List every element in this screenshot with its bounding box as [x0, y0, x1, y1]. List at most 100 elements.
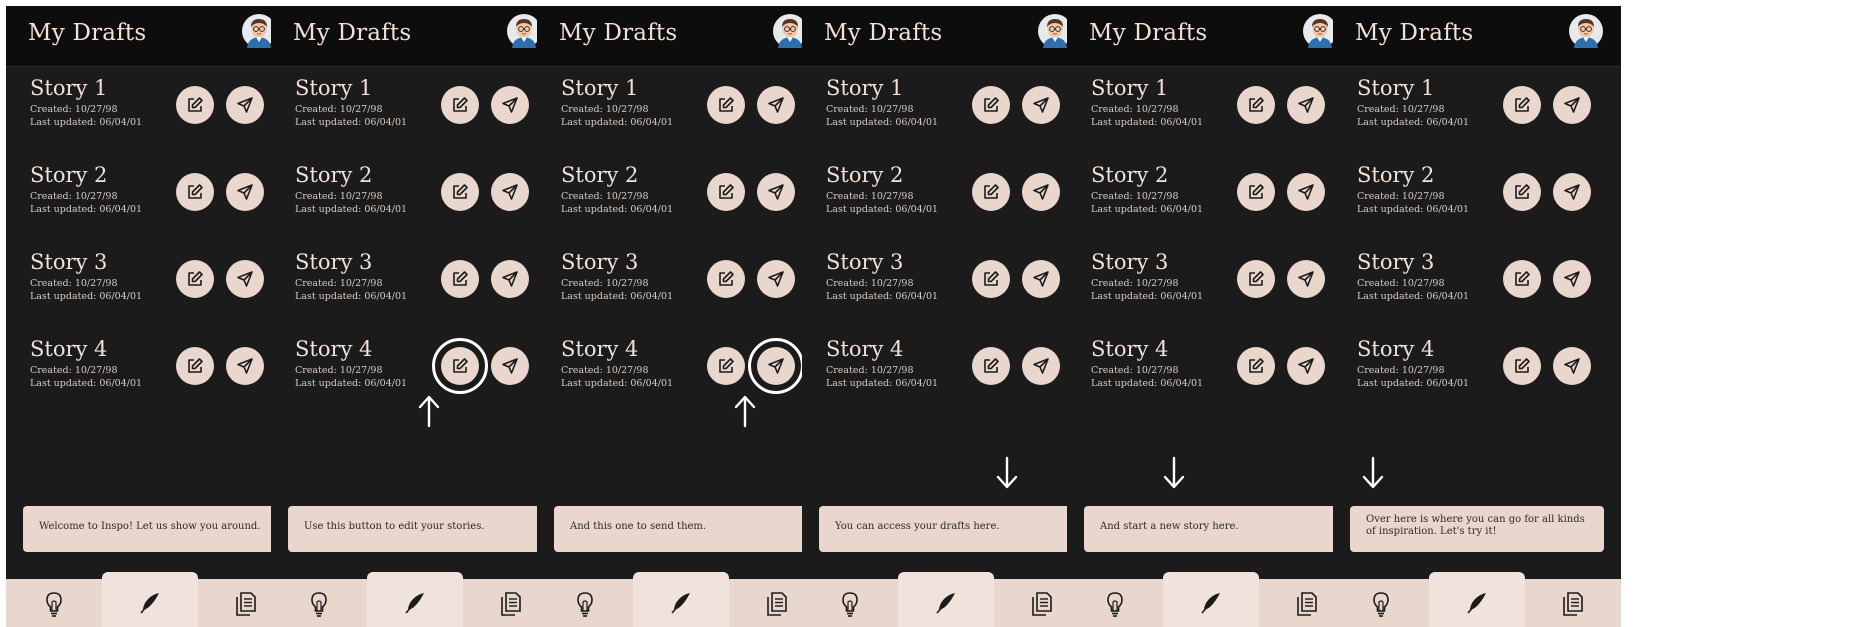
send-icon	[1298, 358, 1314, 374]
draft-story-item: Story 4 Created: 10/27/98 Last updated: …	[1067, 337, 1355, 407]
send-story-button[interactable]	[1022, 347, 1060, 385]
draft-story-item: Story 1 Created: 10/27/98 Last updated: …	[6, 76, 294, 146]
send-story-button[interactable]	[226, 86, 264, 124]
send-story-button[interactable]	[226, 173, 264, 211]
edit-story-button[interactable]	[707, 347, 745, 385]
send-story-button[interactable]	[757, 173, 795, 211]
edit-story-button[interactable]	[441, 86, 479, 124]
edit-story-button[interactable]	[432, 338, 488, 394]
story-created-date: Created: 10/27/98	[295, 278, 383, 289]
story-title: Story 2	[30, 163, 108, 187]
edit-story-button[interactable]	[707, 260, 745, 298]
tab-write[interactable]	[102, 579, 198, 627]
send-story-button[interactable]	[1022, 260, 1060, 298]
tab-inspiration[interactable]	[6, 579, 102, 627]
story-title: Story 3	[826, 250, 904, 274]
edit-story-button[interactable]	[972, 173, 1010, 211]
lightbulb-icon	[1373, 592, 1389, 617]
edit-story-button[interactable]	[972, 86, 1010, 124]
story-last-updated: Last updated: 06/04/01	[826, 291, 939, 302]
edit-story-button[interactable]	[1503, 173, 1541, 211]
send-story-button[interactable]	[757, 86, 795, 124]
edit-story-button[interactable]	[707, 173, 745, 211]
send-story-button[interactable]	[226, 347, 264, 385]
send-story-button[interactable]	[1553, 173, 1591, 211]
story-created-date: Created: 10/27/98	[1357, 365, 1445, 376]
tooltip-text: You can access your drafts here.	[835, 521, 1000, 532]
story-last-updated: Last updated: 06/04/01	[30, 204, 143, 215]
documents-icon	[767, 592, 787, 616]
edit-story-button[interactable]	[176, 260, 214, 298]
edit-story-button[interactable]	[441, 260, 479, 298]
edit-story-button[interactable]	[1503, 260, 1541, 298]
edit-story-button[interactable]	[441, 173, 479, 211]
tab-inspiration[interactable]	[537, 579, 633, 627]
send-story-button[interactable]	[1553, 86, 1591, 124]
tab-write[interactable]	[1163, 579, 1259, 627]
edit-story-button[interactable]	[1237, 260, 1275, 298]
edit-story-button[interactable]	[1503, 86, 1541, 124]
app-header: My Drafts	[271, 6, 559, 67]
edit-story-button[interactable]	[176, 347, 214, 385]
send-icon	[1033, 97, 1049, 113]
send-story-button[interactable]	[1287, 260, 1325, 298]
send-story-button[interactable]	[1287, 173, 1325, 211]
send-story-button[interactable]	[1553, 260, 1591, 298]
tab-inspiration[interactable]	[271, 579, 367, 627]
send-story-button[interactable]	[491, 173, 529, 211]
user-avatar-icon[interactable]	[1303, 14, 1337, 48]
send-icon	[1033, 271, 1049, 287]
edit-story-button[interactable]	[1237, 173, 1275, 211]
draft-story-item: Story 2 Created: 10/27/98 Last updated: …	[6, 163, 294, 233]
send-story-button[interactable]	[1022, 173, 1060, 211]
edit-icon	[719, 97, 734, 112]
tab-drafts[interactable]	[1525, 579, 1621, 627]
story-title: Story 4	[1091, 337, 1169, 361]
bottom-tab-bar	[802, 572, 1090, 627]
edit-story-button[interactable]	[176, 86, 214, 124]
edit-icon	[188, 184, 203, 199]
send-story-button[interactable]	[757, 260, 795, 298]
draft-story-item: Story 2 Created: 10/27/98 Last updated: …	[537, 163, 825, 233]
app-header: My Drafts	[802, 6, 1090, 67]
tab-inspiration[interactable]	[802, 579, 898, 627]
send-story-button[interactable]	[1287, 347, 1325, 385]
story-last-updated: Last updated: 06/04/01	[295, 378, 408, 389]
edit-story-button[interactable]	[972, 347, 1010, 385]
tab-write[interactable]	[633, 579, 729, 627]
send-story-button[interactable]	[748, 338, 804, 394]
tab-write[interactable]	[367, 579, 463, 627]
edit-story-button[interactable]	[1503, 347, 1541, 385]
send-story-button[interactable]	[491, 260, 529, 298]
edit-story-button[interactable]	[972, 260, 1010, 298]
user-avatar-icon[interactable]	[1569, 14, 1603, 48]
story-title: Story 1	[1357, 76, 1435, 100]
draft-story-item: Story 4 Created: 10/27/98 Last updated: …	[6, 337, 294, 407]
edit-icon	[453, 358, 468, 373]
edit-story-button[interactable]	[1237, 86, 1275, 124]
quill-icon	[936, 593, 955, 614]
send-story-button[interactable]	[1287, 86, 1325, 124]
send-story-button[interactable]	[491, 86, 529, 124]
user-avatar-icon[interactable]	[507, 14, 541, 48]
story-last-updated: Last updated: 06/04/01	[30, 378, 143, 389]
story-created-date: Created: 10/27/98	[1091, 104, 1179, 115]
tab-write[interactable]	[898, 579, 994, 627]
tab-write[interactable]	[1429, 579, 1525, 627]
draft-story-item: Story 2 Created: 10/27/98 Last updated: …	[802, 163, 1090, 233]
phone-screen-4: My Drafts Story 1 Created: 10/27/98 Last…	[802, 6, 1090, 627]
send-story-button[interactable]	[1553, 347, 1591, 385]
send-icon	[1298, 271, 1314, 287]
send-story-button[interactable]	[1022, 86, 1060, 124]
tab-inspiration[interactable]	[1333, 579, 1429, 627]
edit-story-button[interactable]	[1237, 347, 1275, 385]
tab-inspiration[interactable]	[1067, 579, 1163, 627]
lightbulb-icon	[311, 592, 327, 617]
send-icon	[502, 97, 518, 113]
send-story-button[interactable]	[491, 347, 529, 385]
edit-story-button[interactable]	[707, 86, 745, 124]
story-last-updated: Last updated: 06/04/01	[1091, 117, 1204, 128]
edit-story-button[interactable]	[176, 173, 214, 211]
send-story-button[interactable]	[226, 260, 264, 298]
story-title: Story 1	[1091, 76, 1169, 100]
